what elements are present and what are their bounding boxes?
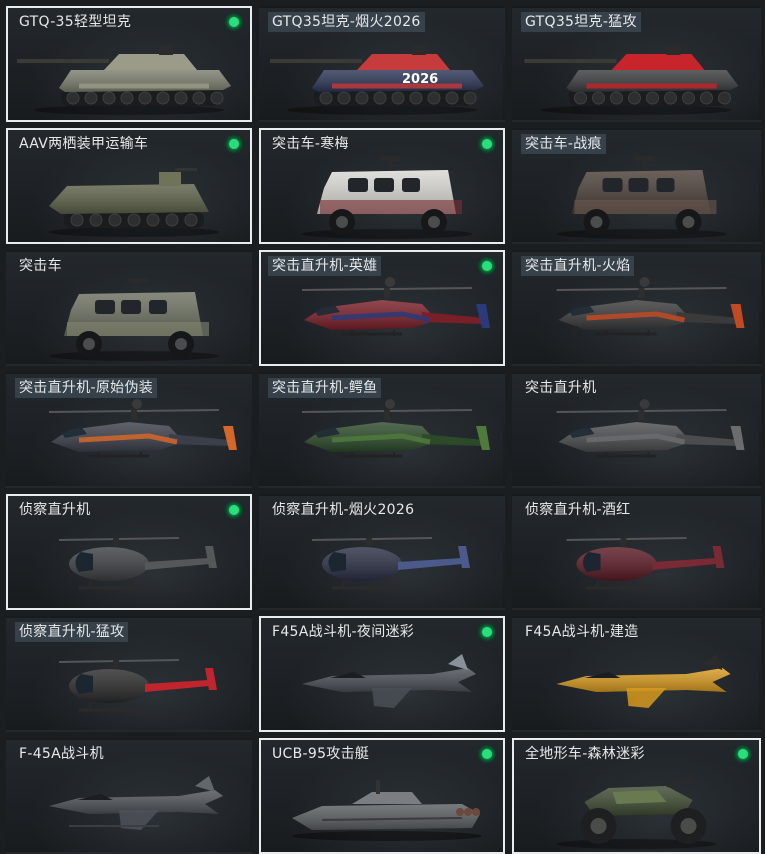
vehicle-card[interactable]: 突击直升机-火焰 (512, 250, 761, 366)
vehicle-name: AAV两栖装甲运输车 (19, 136, 149, 152)
vehicle-image (556, 156, 727, 239)
vehicle-image (556, 399, 745, 458)
vehicle-skin-grid: GTQ-35轻型坦克 2026 GTQ35坦克-烟火2026 GTQ35坦克-猛攻 AA… (0, 0, 765, 854)
vehicle-image (556, 778, 717, 849)
vehicle-card[interactable]: 2026 GTQ35坦克-烟火2026 (259, 6, 505, 122)
vehicle-name: F-45A战斗机 (19, 746, 104, 762)
vehicle-name: GTQ35坦克-猛攻 (521, 12, 641, 32)
vehicle-image: 2026 (270, 46, 484, 115)
equipped-indicator-icon (225, 501, 243, 519)
vehicle-name: 侦察直升机 (19, 502, 91, 518)
vehicle-image (49, 776, 223, 830)
vehicle-name: F45A战斗机-夜间迷彩 (272, 624, 415, 640)
vehicle-image (49, 168, 219, 237)
vehicle-name: 突击直升机-原始伪装 (15, 378, 158, 398)
vehicle-image (292, 780, 482, 841)
vehicle-image (302, 654, 476, 708)
vehicle-card[interactable]: 突击直升机-英雄 (259, 250, 505, 366)
vehicle-card[interactable]: AAV两栖装甲运输车 (6, 128, 252, 244)
vehicle-image (301, 399, 490, 458)
vehicle-image (302, 156, 472, 239)
equipped-indicator-icon (478, 257, 496, 275)
equipped-indicator-icon (225, 13, 243, 31)
equipped-indicator-icon (225, 135, 243, 153)
equipped-indicator-icon (478, 623, 496, 641)
vehicle-name: 全地形车-森林迷彩 (525, 746, 645, 762)
vehicle-image (524, 46, 739, 115)
vehicle-card[interactable]: F-45A战斗机 (6, 738, 252, 854)
vehicle-name: GTQ-35轻型坦克 (19, 14, 132, 30)
vehicle-name: 突击直升机 (525, 380, 597, 396)
svg-text:2026: 2026 (402, 72, 438, 87)
vehicle-card[interactable]: 突击车-寒梅 (259, 128, 505, 244)
vehicle-card[interactable]: UCB-95攻击艇 (259, 738, 505, 854)
vehicle-name: 侦察直升机-猛攻 (15, 622, 129, 642)
vehicle-card[interactable]: 侦察直升机-酒红 (512, 494, 761, 610)
vehicle-image (58, 537, 217, 590)
vehicle-card[interactable]: GTQ-35轻型坦克 (6, 6, 252, 122)
vehicle-name: 侦察直升机-烟火2026 (272, 502, 415, 518)
vehicle-image (49, 278, 219, 361)
vehicle-image (556, 654, 731, 708)
vehicle-name: UCB-95攻击艇 (272, 746, 370, 762)
vehicle-card[interactable]: 侦察直升机-猛攻 (6, 616, 252, 732)
vehicle-image (58, 659, 217, 712)
vehicle-card[interactable]: 突击直升机-原始伪装 (6, 372, 252, 488)
vehicle-card[interactable]: F45A战斗机-夜间迷彩 (259, 616, 505, 732)
vehicle-image (48, 399, 237, 458)
vehicle-card[interactable]: 突击车 (6, 250, 252, 366)
equipped-indicator-icon (734, 745, 752, 763)
vehicle-image (301, 277, 490, 336)
vehicle-name: GTQ35坦克-烟火2026 (268, 12, 425, 32)
vehicle-name: 突击直升机-英雄 (268, 256, 382, 276)
vehicle-image (556, 277, 745, 336)
vehicle-card[interactable]: 全地形车-森林迷彩 (512, 738, 761, 854)
vehicle-image (17, 46, 231, 115)
vehicle-image (566, 537, 725, 590)
vehicle-card[interactable]: 突击车-战痕 (512, 128, 761, 244)
equipped-indicator-icon (478, 745, 496, 763)
vehicle-card[interactable]: 突击直升机-鳄鱼 (259, 372, 505, 488)
vehicle-card[interactable]: 侦察直升机-烟火2026 (259, 494, 505, 610)
vehicle-name: 突击直升机-鳄鱼 (268, 378, 382, 398)
vehicle-card[interactable]: 突击直升机 (512, 372, 761, 488)
vehicle-card[interactable]: 侦察直升机 (6, 494, 252, 610)
vehicle-name: 突击车-战痕 (521, 134, 606, 154)
vehicle-name: 侦察直升机-酒红 (525, 502, 631, 518)
vehicle-card[interactable]: F45A战斗机-建造 (512, 616, 761, 732)
equipped-indicator-icon (478, 135, 496, 153)
vehicle-name: 突击车-寒梅 (272, 136, 349, 152)
vehicle-card[interactable]: GTQ35坦克-猛攻 (512, 6, 761, 122)
vehicle-name: 突击直升机-火焰 (521, 256, 635, 276)
vehicle-name: F45A战斗机-建造 (525, 624, 639, 640)
vehicle-image (311, 537, 470, 590)
vehicle-name: 突击车 (19, 258, 62, 274)
